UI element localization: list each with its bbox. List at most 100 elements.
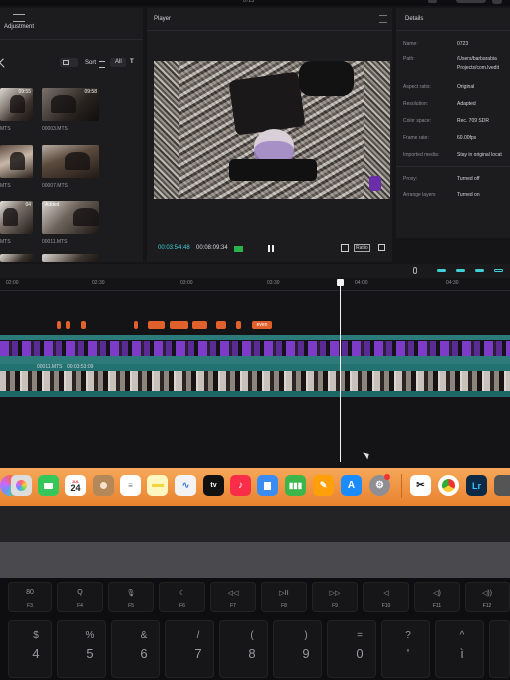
split-icon[interactable] [494,269,503,272]
audio-waveform-track[interactable] [0,391,510,397]
adjustment-icon[interactable] [13,14,25,22]
pages-icon[interactable]: ✎ [313,475,334,496]
sort-button[interactable]: Sort [85,60,96,66]
export-button[interactable] [492,0,502,4]
screen: 0723 Adjustment Sort All T 09:55 MTS 09:… [0,0,510,512]
dock-app-icon[interactable] [494,475,510,496]
media-clip[interactable] [42,145,99,178]
shortcut-icon[interactable] [428,0,437,3]
notification-badge [384,474,390,480]
pause-icon[interactable] [268,245,270,252]
marker-clip[interactable] [134,321,138,329]
preview-axis-icon[interactable] [475,269,484,272]
ruler-tick-label: 02:00 [6,280,19,286]
video-clip-header[interactable]: 00011.MTS 00:03:53:09 [0,364,510,371]
reminders-icon[interactable]: ≡ [120,475,141,496]
media-clip[interactable] [0,254,33,262]
view-grid-button[interactable] [60,58,78,67]
capcut-icon[interactable]: ✂ [410,475,431,496]
boots [299,61,354,96]
menu-icon[interactable] [379,15,387,23]
detail-label: Color space: [403,118,432,124]
chevron-left-icon[interactable] [0,58,9,68]
ruler-tick-label: 04:00 [355,280,368,286]
filter-icon[interactable]: T [130,59,134,65]
marker-clip[interactable] [216,321,226,329]
marker-clip[interactable] [57,321,61,329]
person-figure [228,71,306,136]
facetime-icon[interactable] [38,475,59,496]
grid-icon [63,60,69,65]
media-clip[interactable] [0,145,33,178]
play-pause-icon: ▷II [279,590,289,597]
key-label: F7 [230,603,236,609]
divider [0,39,143,40]
media-clip[interactable] [42,254,99,262]
calendar-icon[interactable]: JUL 24 [65,475,86,496]
contacts-icon[interactable] [93,475,114,496]
marker-clip[interactable] [192,321,207,329]
numbers-icon[interactable]: ▮▮▮ [285,475,306,496]
key-label: F9 [332,603,338,609]
key-symbol: = [357,630,363,641]
key-symbol: ( [250,630,254,641]
adjustment-track[interactable] [0,341,510,356]
expand-icon[interactable] [378,244,385,251]
player-title: Player [154,16,172,22]
mute-icon: ◁ [383,590,389,597]
app-store-icon[interactable]: A [341,475,362,496]
snap-icon[interactable] [456,269,465,272]
link-icon[interactable] [437,269,446,272]
current-time: 00:03:54:48 [158,245,190,251]
key-digit: 0 [356,646,364,661]
marker-clip[interactable] [236,321,241,329]
playhead-handle[interactable] [337,279,344,286]
media-clip[interactable]: 09:58 [42,88,99,121]
apple-tv-icon[interactable]: tv [203,475,224,496]
divider [147,30,392,31]
microphone-icon: 🎙 [126,590,136,597]
music-icon[interactable]: ♪ [230,475,251,496]
key-label: F8 [281,603,287,609]
divider [396,30,510,31]
key-symbol: ^ [459,630,465,641]
video-track[interactable] [0,371,510,391]
details-title: Details [405,16,424,22]
microphone-icon[interactable] [413,267,417,274]
clip-name: 00007.MTS [42,183,68,189]
ruler-tick-label: 03:30 [267,280,280,286]
marker-clip[interactable] [148,321,165,329]
marker-clip[interactable] [81,321,86,329]
detail-label: Name: [403,41,418,47]
ruler-tick-label: 04:30 [446,280,459,286]
detail-value: Stay in original locat [457,152,502,158]
key-digit: ' [406,646,410,661]
lightroom-icon[interactable]: Lr [466,475,487,496]
key-label: F5 [128,603,134,609]
chrome-icon[interactable] [438,475,459,496]
photos-app-icon[interactable] [11,475,32,496]
key-digit: ì [460,646,464,661]
media-clip[interactable]: Added [42,201,99,234]
playhead[interactable] [340,279,341,462]
fullscreen-crop-icon[interactable] [341,244,349,252]
ratio-button[interactable]: Ratio [354,244,370,252]
marker-clip[interactable] [66,321,70,329]
screen-bezel [0,506,510,542]
keynote-icon[interactable] [257,475,278,496]
media-clip[interactable]: 04 [0,201,33,234]
marker-clip[interactable] [170,321,188,329]
media-clip[interactable]: 09:55 [0,88,33,121]
arrange-layers-toggle[interactable]: Turned on [457,192,480,198]
volume-down-icon: ◁) [433,590,441,597]
notes-icon[interactable] [147,475,168,496]
event-clip[interactable]: even [252,321,272,329]
freeform-icon[interactable]: ∿ [175,475,196,496]
shortcut-button[interactable] [456,0,486,3]
adjustment-tab[interactable]: Adjustment [4,24,34,30]
proxy-toggle[interactable]: Turned off [457,176,480,182]
video-preview[interactable] [154,61,390,199]
key-backspace[interactable] [489,620,510,678]
timeline-ruler[interactable]: 02:00 02:30 03:00 03:30 04:00 04:30 [0,278,510,291]
filter-all-button[interactable]: All [110,58,126,67]
